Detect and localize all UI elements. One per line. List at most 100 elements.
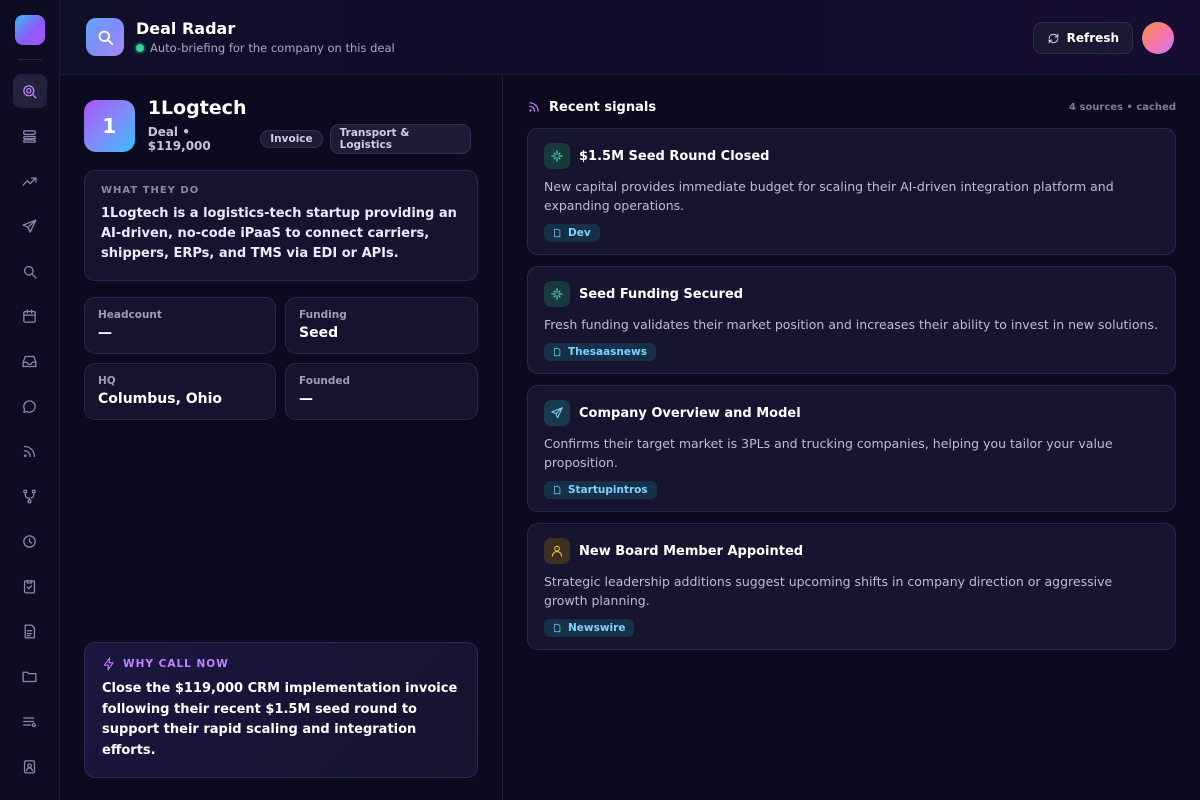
sidebar-item-inbox[interactable] [13, 344, 47, 378]
folder-icon [22, 671, 37, 682]
chat-icon [23, 399, 36, 413]
radar-icon [23, 84, 37, 99]
signal-source-label: Newswire [568, 622, 626, 634]
signal-title: Seed Funding Secured [579, 286, 744, 302]
calendar-icon [23, 308, 36, 323]
signal-source[interactable]: Thesaasnews [544, 343, 656, 361]
signals-header: Recent signals 4 sources • cached [527, 97, 1176, 117]
what-they-do-text: 1Logtech is a logistics-tech startup pro… [101, 206, 457, 261]
app-logo[interactable] [14, 15, 45, 45]
sidebar-item-contacts[interactable] [13, 749, 47, 783]
inbox-icon [22, 355, 37, 367]
signal-title: Company Overview and Model [579, 405, 801, 421]
stat-founded: Founded — [285, 363, 478, 420]
stat-value: — [98, 325, 112, 341]
sidebar-item-send[interactable] [13, 209, 47, 243]
sidebar-item-history[interactable] [13, 524, 47, 558]
stat-label: Funding [299, 309, 347, 321]
signal-header: New Board Member Appointed [544, 538, 1159, 564]
user-avatar[interactable] [1142, 22, 1174, 54]
status-dot [136, 44, 144, 52]
sidebar [0, 0, 60, 800]
sidebar-item-rss[interactable] [13, 434, 47, 468]
search-icon [98, 30, 113, 45]
refresh-button[interactable]: Refresh [1032, 22, 1133, 54]
stat-funding: Funding Seed [285, 297, 478, 354]
signals-panel: Recent signals 4 sources • cached $1.5M … [503, 75, 1200, 800]
tag-invoice: Invoice [260, 130, 323, 148]
signal-card[interactable]: Company Overview and Model Confirms thei… [527, 385, 1176, 512]
why-call-now-text: Close the $119,000 CRM implementation in… [102, 681, 458, 758]
search-icon [23, 265, 37, 279]
signal-card[interactable]: Seed Funding Secured Fresh funding valid… [527, 266, 1176, 374]
document-icon [24, 623, 36, 639]
sidebar-item-branch[interactable] [13, 479, 47, 513]
sidebar-item-trending[interactable] [13, 164, 47, 198]
sidebar-item-search[interactable] [13, 254, 47, 288]
sidebar-item-tasks[interactable] [13, 569, 47, 603]
signal-source[interactable]: Startupintros [544, 481, 657, 499]
sparkle-icon [551, 150, 563, 162]
why-call-now-header: WHY CALL NOW [102, 657, 460, 671]
tag-industry: Transport & Logistics [329, 124, 471, 154]
stats-grid: Headcount — Funding Seed HQ Columbus, Oh… [84, 297, 478, 420]
signal-card[interactable]: New Board Member Appointed Strategic lea… [527, 523, 1176, 650]
sidebar-item-chat[interactable] [13, 389, 47, 423]
signal-header: Seed Funding Secured [544, 281, 1159, 307]
signal-icon-box [544, 281, 570, 307]
subtitle-text: Auto-briefing for the company on this de… [150, 41, 395, 55]
signals-source-count: 4 sources • cached [1069, 101, 1176, 113]
signal-description: Strategic leadership additions suggest u… [544, 574, 1113, 608]
top-header: Deal Radar Auto-briefing for the company… [60, 0, 1200, 75]
list-icon [23, 716, 36, 727]
page-title: Deal Radar [136, 19, 236, 38]
signal-icon-box [544, 538, 570, 564]
stat-label: Founded [299, 375, 351, 387]
signal-icon-box [544, 400, 570, 426]
signal-source-label: Startupintros [568, 484, 648, 496]
app-icon [86, 18, 124, 56]
document-icon [554, 347, 561, 357]
rss-icon [23, 445, 36, 457]
sidebar-item-lists[interactable] [13, 704, 47, 738]
document-icon [554, 623, 561, 633]
sidebar-item-documents[interactable] [13, 614, 47, 648]
signal-description: Fresh funding validates their market pos… [544, 317, 1158, 332]
signals-title-group: Recent signals [527, 100, 656, 115]
main-area: Deal Radar Auto-briefing for the company… [60, 0, 1200, 800]
stat-value: Columbus, Ohio [98, 391, 223, 407]
app-root: Deal Radar Auto-briefing for the company… [0, 0, 1200, 800]
signal-header: Company Overview and Model [544, 400, 1159, 426]
signal-source[interactable]: Dev [544, 224, 600, 242]
document-icon [554, 228, 561, 238]
layers-icon [23, 129, 36, 143]
sidebar-item-radar[interactable] [12, 74, 47, 108]
sparkle-icon [551, 288, 563, 300]
company-badge: 1 [84, 99, 135, 152]
stat-label: Headcount [98, 309, 162, 321]
why-call-now-label: WHY CALL NOW [123, 658, 229, 670]
what-they-do-label: WHAT THEY DO [101, 185, 200, 196]
what-they-do-card: WHAT THEY DO 1Logtech is a logistics-tec… [84, 170, 478, 281]
signal-card[interactable]: $1.5M Seed Round Closed New capital prov… [527, 128, 1176, 255]
send-icon [22, 218, 37, 233]
document-icon [554, 485, 561, 495]
sidebar-item-layers[interactable] [13, 119, 47, 153]
send-icon [551, 407, 563, 419]
header-text: Deal Radar Auto-briefing for the company… [136, 19, 395, 55]
signal-source-label: Dev [568, 227, 591, 239]
rss-icon [529, 102, 539, 112]
company-info: 1Logtech Deal • $119,000 Invoice Transpo… [148, 97, 478, 154]
clipboard-check-icon [23, 579, 36, 594]
signal-source[interactable]: Newswire [544, 619, 635, 637]
why-call-now-card: WHY CALL NOW Close the $119,000 CRM impl… [84, 642, 478, 778]
sidebar-item-calendar[interactable] [13, 299, 47, 333]
stat-value: Seed [299, 325, 339, 341]
sidebar-divider [17, 59, 42, 60]
user-icon [551, 545, 563, 557]
stat-hq: HQ Columbus, Ohio [84, 363, 276, 420]
sidebar-item-folders[interactable] [13, 659, 47, 693]
refresh-label: Refresh [1066, 31, 1119, 45]
signals-title: Recent signals [549, 99, 657, 115]
content-area: 1 1Logtech Deal • $119,000 Invoice Trans… [60, 75, 1200, 800]
